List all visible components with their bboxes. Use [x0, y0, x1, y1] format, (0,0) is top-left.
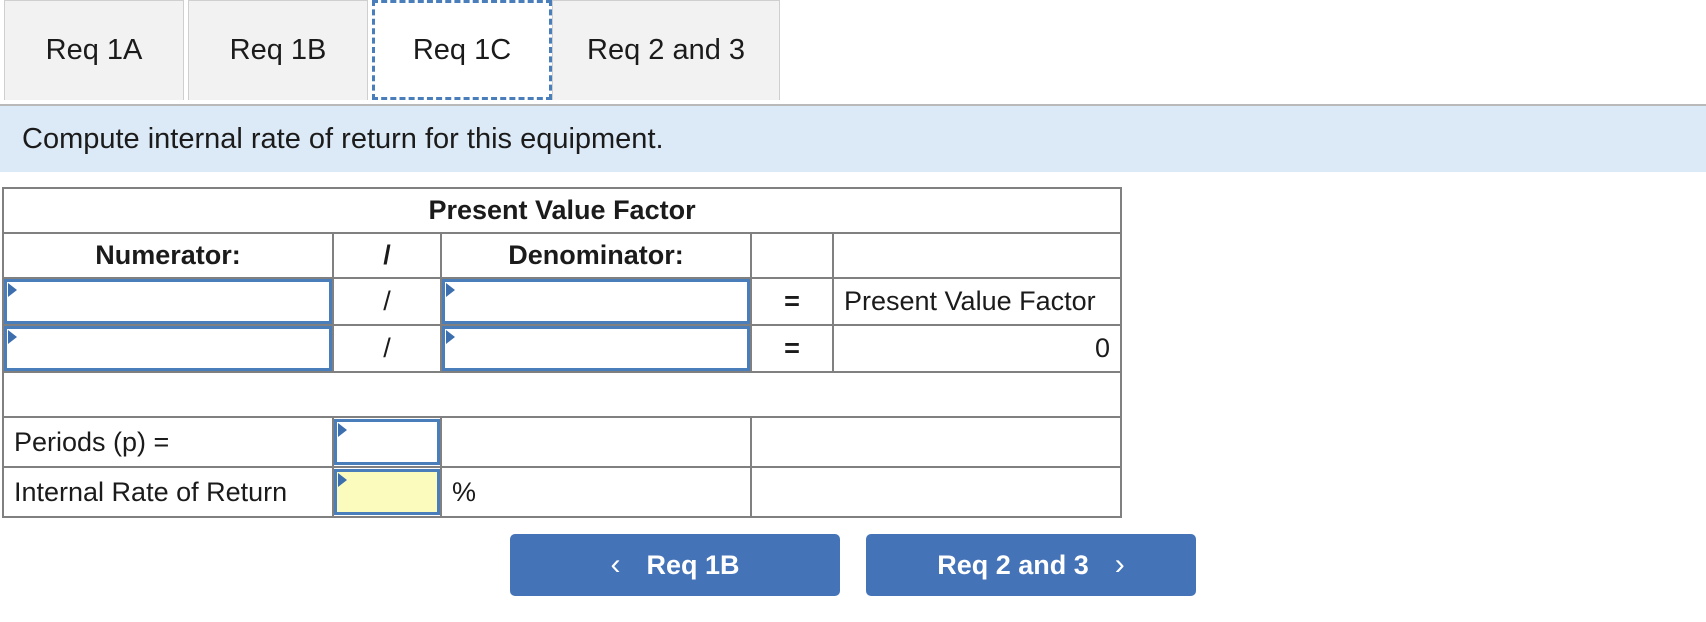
tab-req-2-and-3-label: Req 2 and 3 — [587, 34, 746, 66]
numerator-cell-2 — [2, 324, 334, 373]
periods-row: Periods (p) = — [2, 416, 1123, 468]
periods-label: Periods (p) = — [2, 416, 334, 468]
next-req-2-and-3-button[interactable]: Req 2 and 3 › — [866, 534, 1196, 596]
prev-req-1b-button[interactable]: ‹ Req 1B — [510, 534, 840, 596]
table-spacer-row — [1, 371, 1123, 418]
column-header-numerator: Numerator: — [2, 232, 334, 279]
denominator-cell-1 — [440, 277, 752, 326]
tab-req-1a[interactable]: Req 1A — [4, 0, 184, 100]
numerator-cell-1 — [2, 277, 334, 326]
equals-sign-1: = — [750, 277, 834, 326]
table-header-row: Numerator: / Denominator: — [2, 232, 1123, 279]
denominator-input-2[interactable] — [442, 326, 750, 371]
operator-1: / — [332, 277, 442, 326]
column-header-equals — [750, 232, 834, 279]
chevron-left-icon: ‹ — [610, 548, 621, 581]
periods-spacer-2 — [749, 416, 1123, 468]
prev-button-label: Req 1B — [646, 549, 740, 580]
tab-req-1c-label: Req 1C — [412, 33, 512, 66]
operator-2: / — [332, 324, 442, 373]
table-row: / = 0 — [2, 324, 1123, 373]
instruction-text: Compute internal rate of return for this… — [22, 122, 664, 155]
numerator-input-2[interactable] — [4, 326, 332, 371]
internal-rate-of-return-label: Internal Rate of Return — [2, 466, 334, 518]
periods-cell — [332, 416, 442, 468]
periods-input[interactable] — [334, 419, 440, 465]
instruction-banner: Compute internal rate of return for this… — [0, 106, 1706, 172]
irr-row: Internal Rate of Return % — [2, 466, 1123, 518]
tab-strip: Req 1A Req 1B Req 1C Req 2 and 3 — [0, 0, 1706, 106]
worksheet-page: Req 1A Req 1B Req 1C Req 2 and 3 Compute… — [0, 0, 1706, 622]
denominator-input-1[interactable] — [442, 279, 750, 324]
worksheet-container: Present Value Factor Numerator: / Denomi… — [0, 172, 1706, 518]
tab-req-1b-label: Req 1B — [229, 34, 327, 66]
tab-req-1a-label: Req 1A — [45, 34, 143, 66]
table-title-row: Present Value Factor — [1, 187, 1123, 234]
tab-list: Req 1A Req 1B Req 1C Req 2 and 3 — [4, 0, 1706, 104]
tab-req-1c[interactable]: Req 1C — [372, 0, 552, 100]
present-value-factor-result: 0 — [831, 324, 1123, 373]
numerator-input-1[interactable] — [4, 279, 332, 324]
blue-band — [1, 371, 1123, 418]
tab-req-2-and-3[interactable]: Req 2 and 3 — [552, 0, 781, 100]
table-row: / = Present Value Factor — [2, 277, 1123, 326]
next-button-label: Req 2 and 3 — [937, 549, 1089, 580]
result-label-1: Present Value Factor — [831, 277, 1123, 326]
internal-rate-of-return-input[interactable] — [334, 469, 440, 515]
chevron-right-icon: › — [1114, 548, 1125, 581]
denominator-cell-2 — [440, 324, 752, 373]
equals-sign-2: = — [750, 324, 834, 373]
present-value-factor-table: Present Value Factor Numerator: / Denomi… — [1, 187, 1123, 518]
column-header-denominator: Denominator: — [440, 232, 752, 279]
navigation-bar: ‹ Req 1B Req 2 and 3 › — [0, 534, 1706, 596]
irr-spacer — [749, 466, 1123, 518]
irr-cell — [332, 466, 442, 518]
column-header-result — [831, 232, 1123, 279]
worksheet-title: Present Value Factor — [1, 187, 1123, 234]
tab-req-1b[interactable]: Req 1B — [188, 0, 368, 100]
percent-symbol: % — [440, 466, 752, 518]
column-header-operator: / — [332, 232, 442, 279]
periods-spacer-1 — [440, 416, 752, 468]
